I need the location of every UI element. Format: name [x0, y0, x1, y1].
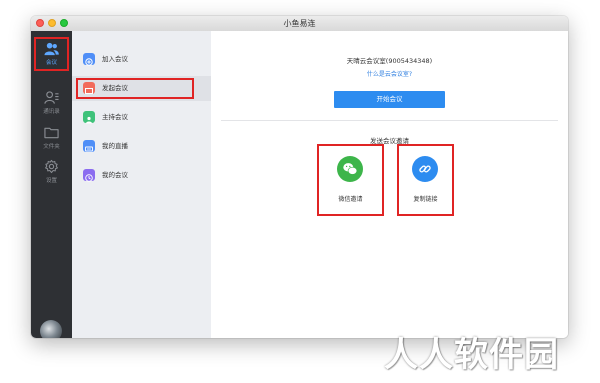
main-panel: 天晴云会议室(9005434348) 什么是云会议室? 开始会议 发送会议邀请 …	[211, 31, 568, 338]
highlight-box	[76, 78, 194, 99]
menu-item-my-meetings[interactable]: 我的会议	[72, 163, 211, 188]
wechat-icon	[337, 156, 363, 182]
share-label: 复制链接	[413, 196, 438, 203]
zoom-window-button[interactable]	[60, 19, 68, 27]
title-bar: 小鱼易连	[31, 16, 568, 32]
minimize-window-button[interactable]	[48, 19, 56, 27]
window-title: 小鱼易连	[283, 19, 316, 28]
invite-title: 发送会议邀请	[370, 137, 409, 145]
sidebar-item-meeting[interactable]: 会议	[34, 37, 69, 71]
contacts-icon	[44, 91, 59, 104]
menu-item-start-meeting[interactable]: 发起会议	[72, 76, 211, 101]
host-icon	[83, 111, 95, 124]
room-help-link[interactable]: 什么是云会议室?	[211, 69, 568, 78]
folder-icon	[44, 127, 59, 139]
sidebar-item-label: 文件夹	[43, 144, 60, 150]
avatar[interactable]	[40, 320, 62, 338]
watermark: 人人软件园	[384, 335, 559, 375]
divider	[221, 120, 558, 121]
sidebar-item-folder[interactable]: 文件夹	[31, 121, 72, 155]
gear-icon	[45, 159, 58, 174]
sidebar-item-label: 会议	[45, 60, 57, 66]
menu-item-label: 我的会议	[102, 171, 128, 179]
sidebar-item-settings[interactable]: 设置	[31, 155, 72, 189]
live-icon	[83, 140, 95, 152]
sidebar-item-label: 通讯录	[43, 109, 60, 115]
plus-icon	[83, 53, 95, 66]
menu-item-my-live[interactable]: 我的直播	[72, 134, 211, 159]
wechat-invite-button[interactable]: 微信邀请	[317, 144, 384, 216]
sidebar: 会议 通讯录 文件夹 设置	[31, 31, 72, 338]
meeting-menu: 加入会议 发起会议 主持会议 我的直播 我的会议	[72, 31, 212, 338]
sidebar-item-contacts[interactable]: 通讯录	[31, 86, 72, 120]
menu-item-label: 我的直播	[102, 142, 128, 150]
close-window-button[interactable]	[36, 19, 44, 27]
start-meeting-button[interactable]: 开始会议	[334, 91, 445, 108]
share-label: 微信邀请	[338, 196, 363, 203]
menu-item-host-meeting[interactable]: 主持会议	[72, 105, 211, 130]
clock-icon	[83, 169, 95, 182]
menu-item-label: 主持会议	[102, 113, 128, 121]
menu-item-label: 加入会议	[102, 55, 128, 63]
menu-item-join-meeting[interactable]: 加入会议	[72, 47, 211, 72]
sidebar-item-label: 设置	[45, 178, 57, 184]
meeting-room-name: 天晴云会议室(9005434348)	[346, 57, 433, 65]
link-icon	[412, 156, 438, 182]
app-window: 小鱼易连 会议 通讯录 文件夹 设置 加入会议 发起会议 主持会议 我的直播 我…	[31, 16, 568, 338]
copy-link-button[interactable]: 复制链接	[397, 144, 454, 216]
users-icon	[44, 42, 59, 56]
